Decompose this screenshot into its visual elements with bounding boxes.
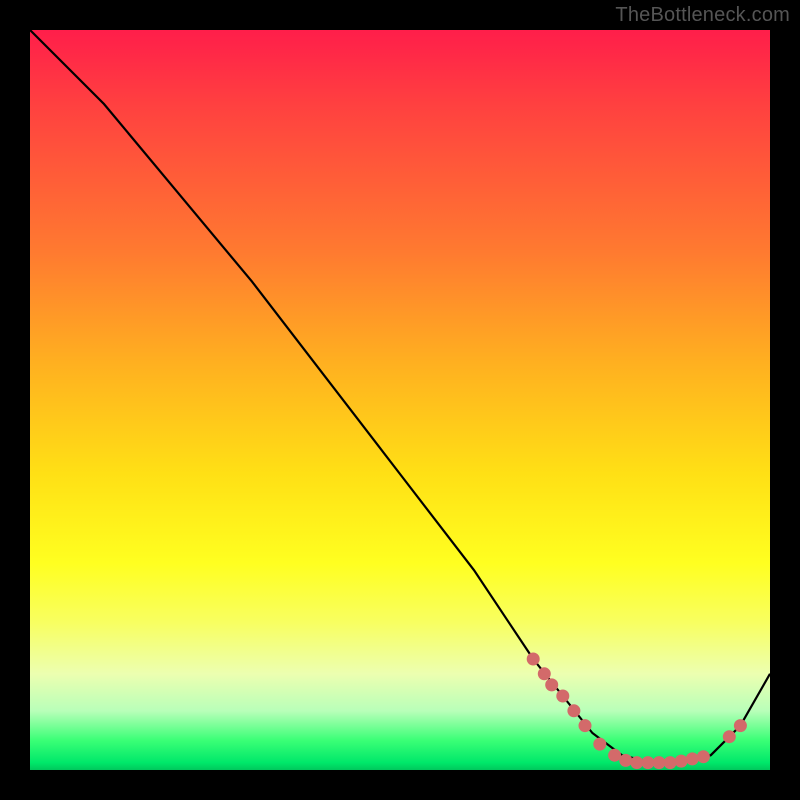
data-point <box>723 730 736 743</box>
data-point <box>545 678 558 691</box>
data-point <box>664 756 677 769</box>
data-point <box>734 719 747 732</box>
data-point <box>641 756 654 769</box>
data-point <box>619 754 632 767</box>
data-point <box>567 704 580 717</box>
data-point <box>579 719 592 732</box>
data-point <box>556 690 569 703</box>
chart-container: TheBottleneck.com <box>0 0 800 800</box>
data-point <box>538 667 551 680</box>
data-point <box>675 755 688 768</box>
data-point <box>697 750 710 763</box>
data-point <box>527 653 540 666</box>
bottleneck-curve <box>30 30 770 763</box>
chart-overlay <box>30 30 770 770</box>
data-point <box>686 752 699 765</box>
data-point <box>653 756 666 769</box>
plot-area <box>30 30 770 770</box>
data-point <box>608 749 621 762</box>
data-point <box>593 738 606 751</box>
data-point <box>630 756 643 769</box>
watermark-text: TheBottleneck.com <box>615 4 790 27</box>
